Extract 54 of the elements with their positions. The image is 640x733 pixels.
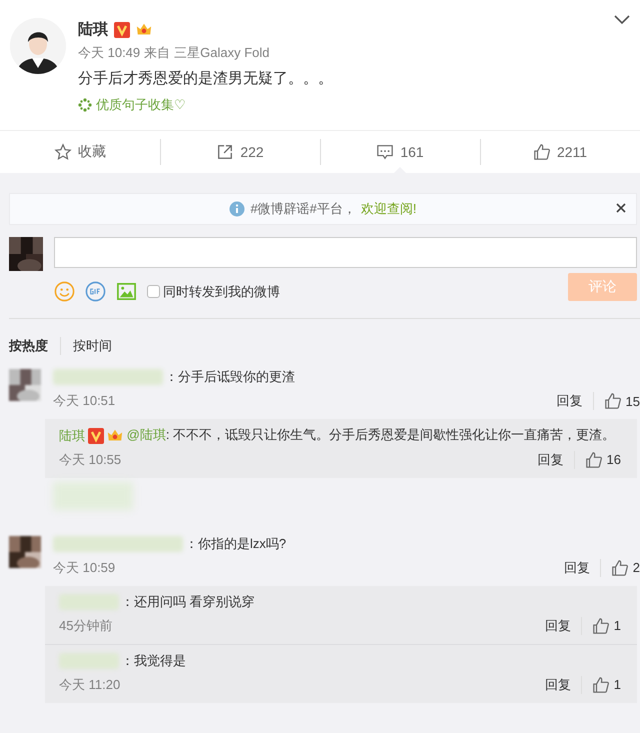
reply-link[interactable]: 回复 [534,676,582,694]
comment-text: ：分手后诋毁你的更渣 [165,368,295,386]
comment-icon [376,143,394,161]
redacted-name [59,652,119,669]
reply-text: ：我觉得是 [121,652,186,670]
thumbs-up-icon[interactable] [592,676,610,694]
verified-badge-icon [114,22,130,38]
chevron-down-icon[interactable] [614,14,630,26]
gif-icon[interactable] [85,281,106,302]
comment-action-button[interactable]: 161 [320,131,480,173]
checkbox[interactable] [147,285,160,298]
comment-input[interactable] [54,237,637,268]
like-button[interactable]: 15 [594,391,640,411]
sort-tab[interactable]: 按热度 [9,337,60,355]
like-button[interactable]: 16 [574,450,627,470]
source-device[interactable]: 三星Galaxy Fold [174,44,270,62]
post-text: 分手后才秀恩爱的是渣男无疑了。。。 [78,69,333,88]
like-button[interactable]: 2 [600,558,640,578]
reply-time: 45分钟前 [59,616,114,635]
redacted-name [59,594,119,610]
notice-text: #微博辟谣#平台， [250,200,356,218]
like-action-button[interactable]: 2211 [480,131,640,173]
thumbs-up-icon[interactable] [604,392,622,410]
thumbs-up-icon[interactable] [584,450,603,469]
reply-time: 今天 11:20 [59,676,122,694]
close-icon[interactable] [614,201,628,215]
reply-text: ：还用问吗 看穿别说穿 [121,592,255,611]
comment-text: ：你指的是lzx吗? [185,534,286,553]
verified-badge-icon [88,428,104,444]
share-icon [216,143,234,161]
comment-time: 今天 10:59 [53,558,116,577]
reply-time: 今天 10:55 [59,450,122,469]
author-name[interactable]: 陆琪 [78,20,108,39]
sort-tab[interactable]: 按时间 [60,337,124,355]
thumbs-up-icon[interactable] [592,616,610,635]
reply-link[interactable]: 回复 [534,616,582,635]
reply-text: @陆琪: 不不不，诋毁只让你生气。分手后秀恩爱是间歇性强化让你一直痛苦，更渣。 [126,427,616,442]
source-label: 来自 [144,44,170,62]
comment-time: 今天 10:51 [53,392,116,410]
share-action-button[interactable]: 222 [160,131,320,173]
like-button[interactable]: 1 [582,674,627,695]
crown-icon [136,22,152,38]
like-button[interactable]: 1 [582,616,627,636]
post-time: 今天 10:49 [78,44,140,62]
star-action-button[interactable]: 收藏 [0,131,160,173]
info-icon [229,201,246,217]
sparkle-icon [78,98,92,112]
star-icon [54,143,72,161]
reply-link[interactable]: 回复 [528,450,575,469]
reply-link[interactable]: 回复 [554,558,601,577]
reply-link[interactable]: 回复 [546,392,594,410]
thumbs-up-icon[interactable] [532,143,551,161]
thumbs-up-icon[interactable] [610,558,629,577]
repost-checkbox[interactable]: 同时转发到我的微博 [147,282,280,300]
